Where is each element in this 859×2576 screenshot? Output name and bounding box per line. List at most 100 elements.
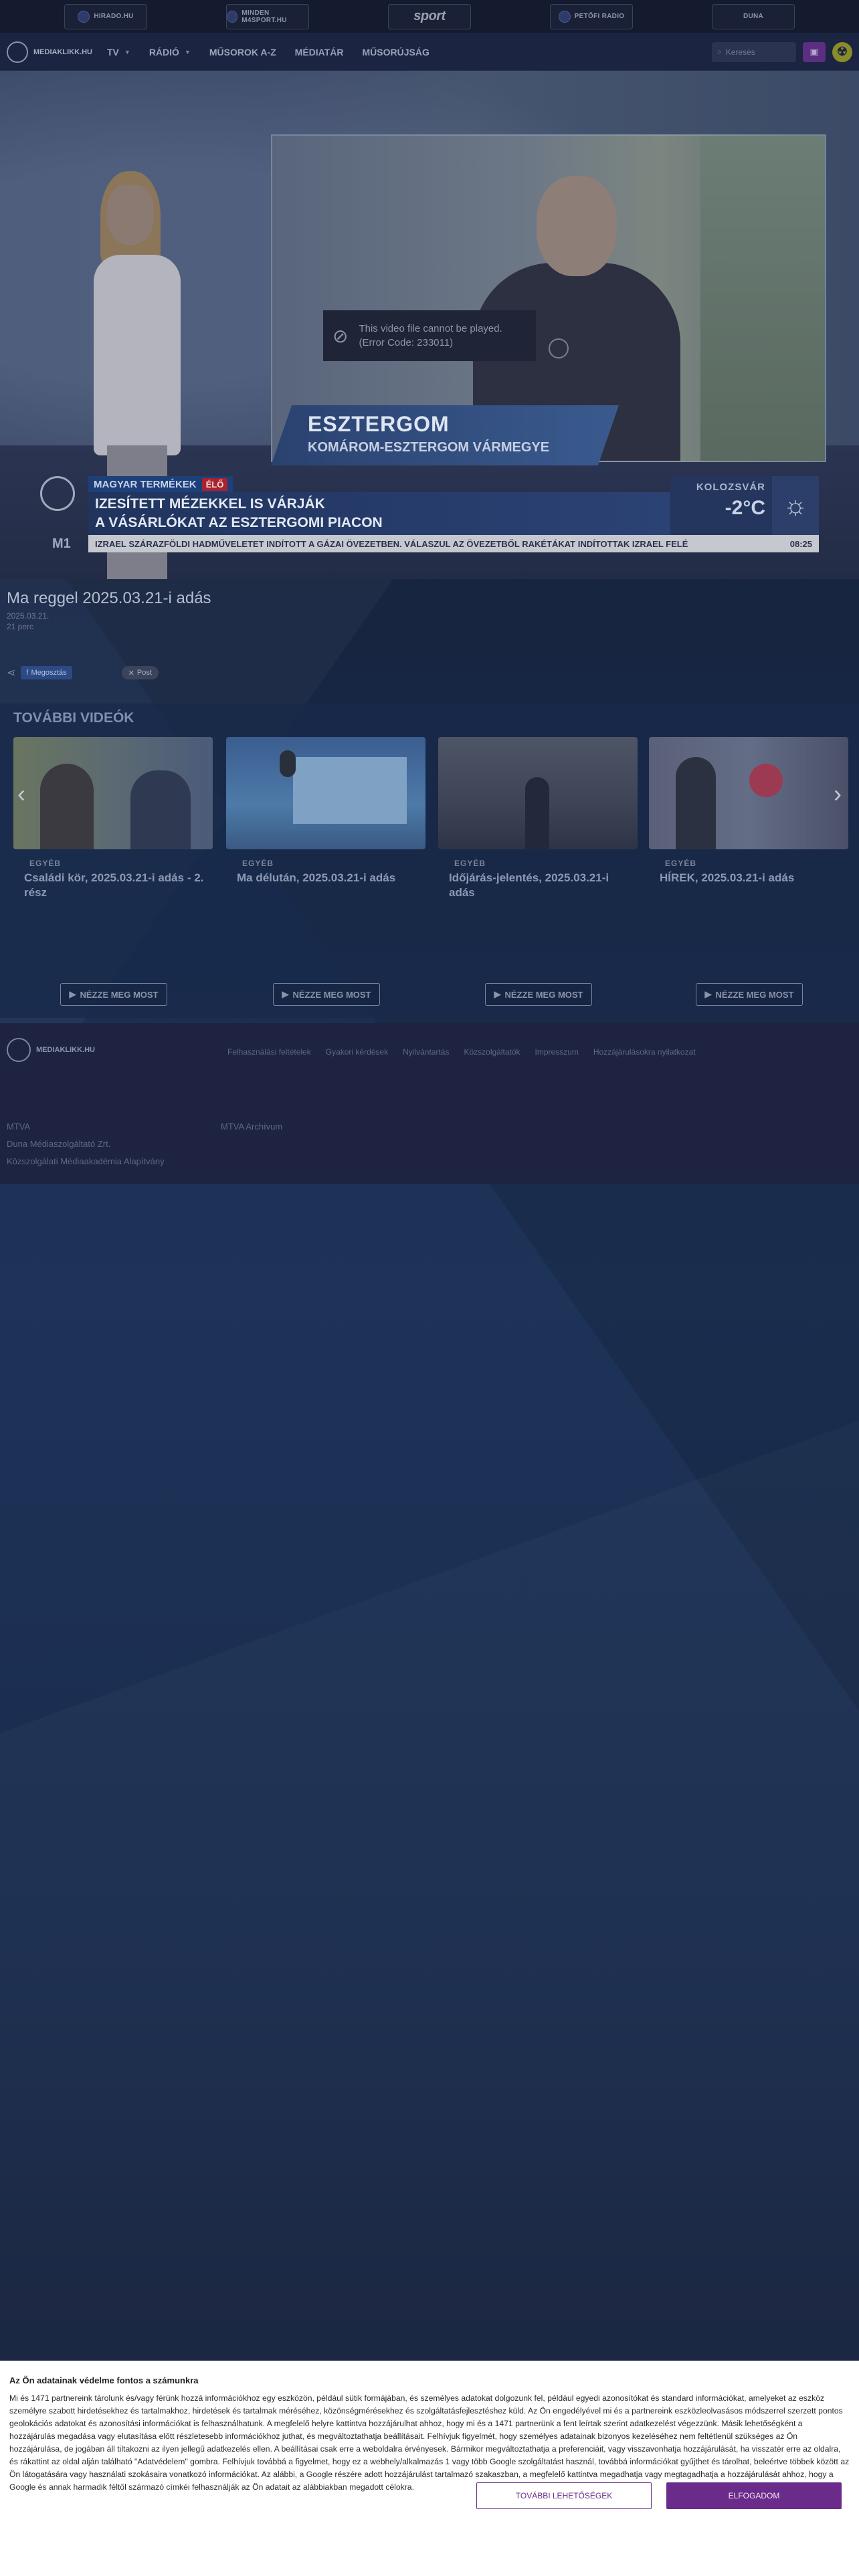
- nav-item-musorok[interactable]: MŰSOROK A-Z: [209, 47, 276, 58]
- card-title[interactable]: Ma délután, 2025.03.21-i adás: [237, 871, 417, 885]
- nav-item-musorujsag[interactable]: MŰSORÚJSÁG: [363, 47, 430, 58]
- tv-guide-button[interactable]: ▣: [803, 41, 826, 62]
- m1-channel-logo-icon: [40, 476, 75, 511]
- live-badge: ÉLŐ: [201, 477, 228, 491]
- video-thumbnail[interactable]: [226, 737, 425, 849]
- footer-link[interactable]: MTVA: [7, 1118, 165, 1136]
- footer-link[interactable]: Felhasználási feltételek: [227, 1047, 311, 1057]
- main-nav: MEDIAKLIKK.HU TV ▼ RÁDIÓ ▼ MŰSOROK A-Z MÉD…: [0, 33, 859, 71]
- footer-link[interactable]: Nyilvántartás: [403, 1047, 449, 1057]
- partner-label: MINDEN M4SPORT.HU: [242, 9, 287, 24]
- location-county: KOMÁROM-ESZTERGOM VÁRMEGYE: [308, 440, 550, 455]
- tv-icon: ▣: [809, 46, 819, 57]
- watch-label: NÉZZE MEG MOST: [292, 989, 371, 1000]
- video-card[interactable]: EGYÉB Ma délután, 2025.03.21-i adás ▶ NÉZ…: [226, 737, 425, 1011]
- footer: MEDIAKLIKK.HU Felhasználási feltételek G…: [0, 1023, 859, 1184]
- nav-label: RÁDIÓ: [149, 46, 179, 58]
- logo-text: MEDIAKLIKK.HU: [33, 47, 92, 56]
- carousel-next-icon[interactable]: ›: [827, 776, 848, 812]
- card-category: EGYÉB: [29, 859, 62, 868]
- nav-label: MŰSOROK A-Z: [209, 46, 276, 58]
- partner-petofi[interactable]: PETŐFI RADIO: [550, 3, 633, 29]
- play-icon: ▶: [704, 989, 712, 999]
- mediaklikk-logo-icon: [7, 41, 28, 63]
- video-error-message: ⊘ This video file cannot be played. (Erro…: [323, 310, 536, 361]
- news-ticker: IZRAEL SZÁRAZFÖLDI HADMŰVELETET INDÍTOTT…: [88, 535, 819, 552]
- video-title: Ma reggel 2025.03.21-i adás: [7, 589, 211, 607]
- partner-hirado[interactable]: HIRADO.HU: [64, 3, 147, 29]
- error-line-1: This video file cannot be played.: [359, 323, 502, 334]
- nav-item-mediatar[interactable]: MÉDIATÁR: [295, 47, 344, 58]
- video-info: Ma reggel 2025.03.21-i adás 2025.03.21. …: [7, 588, 542, 631]
- nav-item-radio[interactable]: RÁDIÓ ▼: [149, 47, 191, 58]
- headline-line-2: A VÁSÁRLÓKAT AZ ESZTERGOMI PIACON: [95, 515, 383, 530]
- site-logo[interactable]: MEDIAKLIKK.HU: [7, 41, 92, 63]
- video-card[interactable]: EGYÉB HÍREK, 2025.03.21-i adás ▶ NÉZZE ME…: [649, 737, 848, 1011]
- watch-now-button[interactable]: ▶ NÉZZE MEG MOST: [273, 983, 380, 1006]
- error-line-2: (Error Code: 233011): [359, 337, 454, 348]
- search-input[interactable]: ⌕ Keresés: [712, 41, 796, 62]
- carousel-prev-icon[interactable]: ‹: [11, 776, 32, 812]
- footer-link[interactable]: Gyakori kérdések: [326, 1047, 388, 1057]
- headline: IZESÍTETT MÉZEKKEL IS VÁRJÁK A VÁSÁRLÓKAT…: [88, 492, 670, 535]
- hazard-icon[interactable]: ☢: [832, 41, 852, 62]
- facebook-share-label: Megosztás: [31, 669, 67, 677]
- accept-button[interactable]: ELFOGADOM: [666, 2482, 842, 2509]
- share-bar: ⋖ f Megosztás ✕ Post: [7, 666, 159, 679]
- show-tag: MAGYAR TERMÉKEK ÉLŐ: [88, 476, 233, 492]
- search-placeholder: Keresés: [725, 47, 755, 57]
- chevron-down-icon: ▼: [124, 48, 130, 56]
- more-videos-title: TOVÁBBI VIDEÓK: [13, 710, 134, 726]
- partner-m4-sport[interactable]: sport: [388, 3, 471, 29]
- card-category: EGYÉB: [665, 859, 697, 868]
- footer-logo[interactable]: MEDIAKLIKK.HU: [7, 1038, 95, 1062]
- partner-bar: HIRADO.HU MINDEN M4SPORT.HU sport PETŐFI…: [0, 0, 859, 33]
- screen-building: [700, 136, 825, 461]
- facebook-share-button[interactable]: f Megosztás: [21, 666, 72, 679]
- more-options-button[interactable]: TOVÁBBI LEHETŐSÉGEK: [476, 2482, 652, 2509]
- video-thumbnail[interactable]: [649, 737, 848, 849]
- weather-box: KOLOZSVÁR -2°C: [670, 476, 772, 535]
- card-title[interactable]: Családi kör, 2025.03.21-i adás - 2. rész: [24, 871, 205, 900]
- cookie-consent-banner: Az Ön adatainak védelme fontos a számunk…: [0, 2361, 859, 2576]
- sun-icon: ☼: [772, 476, 819, 535]
- watch-now-button[interactable]: ▶ NÉZZE MEG MOST: [696, 983, 803, 1006]
- x-post-button[interactable]: ✕ Post: [121, 666, 159, 679]
- footer-link[interactable]: Közszolgálati Médiaakadémia Alapítvány: [7, 1153, 165, 1170]
- nav-label: MÉDIATÁR: [294, 46, 344, 58]
- nav-label: MŰSORÚJSÁG: [362, 46, 430, 58]
- partner-label: HIRADO.HU: [94, 13, 134, 20]
- partner-label: PETŐFI RADIO: [574, 13, 625, 20]
- video-date: 2025.03.21.: [7, 611, 50, 621]
- footer-link[interactable]: Impresszum: [535, 1047, 579, 1057]
- nav-item-tv[interactable]: TV ▼: [107, 47, 130, 58]
- video-card[interactable]: EGYÉB Időjárás-jelentés, 2025.03.21-i ad…: [438, 737, 638, 1011]
- share-icon: ⋖: [7, 667, 16, 679]
- more-videos-section: TOVÁBBI VIDEÓK EGYÉB Családi kör, 2025.0…: [0, 704, 859, 1018]
- ticker-text: IZRAEL SZÁRAZFÖLDI HADMŰVELETET INDÍTOTT…: [95, 538, 688, 549]
- watch-label: NÉZZE MEG MOST: [80, 989, 159, 1000]
- weather-city: KOLOZSVÁR: [696, 481, 765, 493]
- show-tag-label: MAGYAR TERMÉKEK: [94, 478, 197, 490]
- partner-m4sport[interactable]: MINDEN M4SPORT.HU: [226, 3, 309, 29]
- card-title[interactable]: Időjárás-jelentés, 2025.03.21-i adás: [449, 871, 630, 900]
- hirado-logo-icon: [78, 10, 90, 23]
- consent-buttons: TOVÁBBI LEHETŐSÉGEK ELFOGADOM: [476, 2482, 842, 2509]
- footer-link[interactable]: MTVA Archívum: [221, 1118, 282, 1136]
- partner-duna[interactable]: DUNA: [712, 3, 795, 29]
- facebook-icon: f: [26, 669, 29, 677]
- presenter-head: [107, 185, 154, 245]
- channel-label: M1: [52, 536, 71, 551]
- footer-link[interactable]: Hozzájárulásokra nyilatkozat: [593, 1047, 696, 1057]
- mediaklikk-logo-icon: [7, 1038, 31, 1062]
- watch-now-button[interactable]: ▶ NÉZZE MEG MOST: [485, 983, 592, 1006]
- watch-now-button[interactable]: ▶ NÉZZE MEG MOST: [60, 983, 167, 1006]
- footer-link[interactable]: Közszolgáltatók: [464, 1047, 520, 1057]
- video-card[interactable]: EGYÉB Családi kör, 2025.03.21-i adás - 2…: [13, 737, 213, 1011]
- video-thumbnail[interactable]: [13, 737, 213, 849]
- footer-link[interactable]: Duna Médiaszolgáltató Zrt.: [7, 1136, 165, 1153]
- card-title[interactable]: HÍREK, 2025.03.21-i adás: [660, 871, 840, 885]
- watch-label: NÉZZE MEG MOST: [504, 989, 583, 1000]
- consent-title: Az Ön adatainak védelme fontos a számunk…: [9, 2375, 199, 2385]
- video-thumbnail[interactable]: [438, 737, 638, 849]
